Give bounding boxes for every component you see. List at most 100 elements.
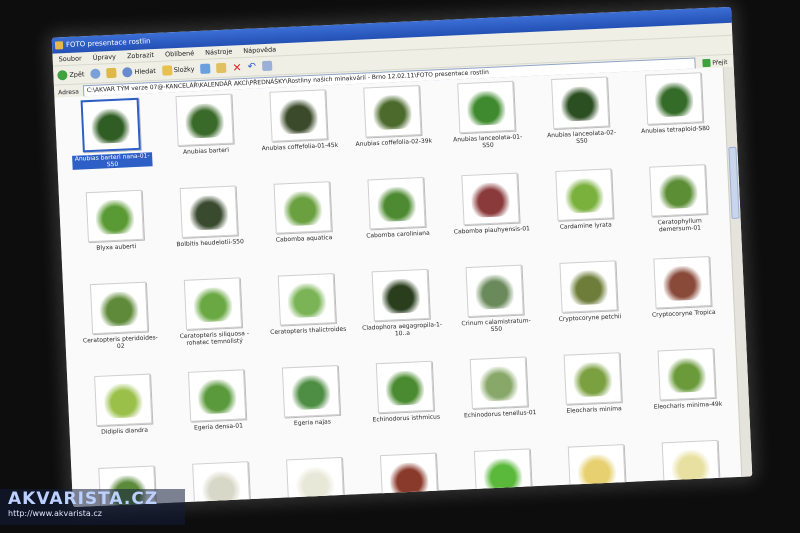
folders-button[interactable]: Složky xyxy=(161,64,195,76)
thumbnail-image[interactable] xyxy=(80,97,141,153)
thumbnail-caption: Cabomba caroliniana xyxy=(366,229,430,240)
plant-photo xyxy=(466,90,507,126)
thumbnail-image[interactable] xyxy=(555,168,614,221)
plant-photo xyxy=(479,365,519,402)
thumbnail-image[interactable] xyxy=(657,347,716,401)
thumbnail-image[interactable] xyxy=(559,260,618,313)
thumbnail-item[interactable]: Echinodorus tenellus-01 xyxy=(451,356,549,446)
thumbnail-image[interactable] xyxy=(175,93,234,147)
views-icon[interactable] xyxy=(261,60,273,72)
menu-oblibene[interactable]: Oblíbené xyxy=(165,49,194,58)
thumbnail-item[interactable] xyxy=(173,460,271,508)
go-button[interactable]: Přejít xyxy=(699,58,734,68)
plant-photo xyxy=(287,282,327,319)
up-folder-icon[interactable] xyxy=(106,67,117,79)
thumbnail-image[interactable] xyxy=(277,273,336,326)
thumbnail-image[interactable] xyxy=(85,189,144,243)
thumbnail-image[interactable] xyxy=(649,164,708,217)
menu-nastroje[interactable]: Nástroje xyxy=(205,47,232,56)
thumbnail-image[interactable] xyxy=(567,444,626,497)
thumbnail-item[interactable]: Egeria najas xyxy=(263,364,361,454)
plant-photo xyxy=(474,273,515,310)
copy-to-icon[interactable] xyxy=(216,62,227,74)
thumbnail-item[interactable]: Anubias lanceolata-01-S50 xyxy=(438,80,536,170)
plant-photo xyxy=(389,462,429,498)
menu-upravy[interactable]: Úpravy xyxy=(93,53,117,62)
thumbnail-image[interactable] xyxy=(661,439,720,493)
thumbnail-image[interactable] xyxy=(94,373,153,427)
menu-napoveda[interactable]: Nápověda xyxy=(243,45,276,54)
thumbnail-image[interactable] xyxy=(367,176,426,230)
thumbnail-item[interactable]: Anubias tetraploid-S80 xyxy=(626,71,724,161)
thumbnail-image[interactable] xyxy=(273,181,332,234)
thumbnail-image[interactable] xyxy=(653,256,712,309)
plant-photo xyxy=(184,102,225,139)
site-watermark: AKVARISTA.CZ http://www.akvarista.cz xyxy=(0,489,185,525)
thumbnail-item[interactable]: Anubias coffefolia-01-45k xyxy=(250,88,348,178)
thumbnail-image[interactable] xyxy=(89,281,149,335)
thumbnail-image[interactable] xyxy=(375,360,435,414)
thumbnail-item[interactable] xyxy=(361,452,459,507)
thumbnail-image[interactable] xyxy=(179,185,238,238)
thumbnail-image[interactable] xyxy=(371,268,430,322)
thumbnail-image[interactable] xyxy=(644,72,704,125)
back-button[interactable]: Zpět xyxy=(57,69,85,81)
thumbnail-image[interactable] xyxy=(469,356,528,409)
thumbnail-item[interactable]: Anubias barteri xyxy=(156,93,254,183)
scrollbar-thumb[interactable] xyxy=(728,146,740,220)
thumbnail-item[interactable]: Crinum calamistratum-S50 xyxy=(447,264,545,354)
thumbnail-image[interactable] xyxy=(281,365,341,418)
thumbnail-image[interactable] xyxy=(551,76,610,130)
thumbnail-image[interactable] xyxy=(192,461,251,508)
thumbnail-image[interactable] xyxy=(457,80,516,134)
search-label: Hledat xyxy=(134,66,156,76)
thumbnail-image[interactable] xyxy=(473,448,533,501)
thumbnail-item[interactable]: Cabomba aquatica xyxy=(255,180,353,270)
thumbnail-image[interactable] xyxy=(563,352,622,405)
thumbnail-item[interactable]: Ceratopteris pteridoides-02 xyxy=(71,281,169,371)
thumbnail-item[interactable]: Cabomba piauhyensis-01 xyxy=(442,172,540,262)
thumbnail-item[interactable] xyxy=(549,443,647,507)
thumbnail-caption: Blyxa auberti xyxy=(96,243,137,252)
thumbnail-item[interactable]: Cryptocoryne petchii xyxy=(540,259,638,349)
delete-icon[interactable]: ✕ xyxy=(232,61,242,74)
thumbnail-item[interactable]: Anubias barteri nana-01-S50 xyxy=(63,97,161,187)
thumbnail-image[interactable] xyxy=(461,172,520,226)
thumbnail-image[interactable] xyxy=(286,456,345,508)
thumbnail-image[interactable] xyxy=(465,264,524,318)
thumbnail-item[interactable]: Echinodorus isthmicus xyxy=(357,360,455,450)
thumbnail-item[interactable]: Blyxa auberti xyxy=(67,189,165,279)
thumbnail-image[interactable] xyxy=(187,369,247,422)
thumbnail-image[interactable] xyxy=(269,89,328,142)
thumbnail-item[interactable]: Egeria densa-01 xyxy=(169,368,267,458)
undo-icon[interactable]: ↶ xyxy=(247,61,256,72)
thumbnail-item[interactable]: Anubias coffefolia-02-39k xyxy=(344,84,442,174)
thumbnail-item[interactable]: Ceratopteris thalictroides xyxy=(259,272,357,362)
plant-photo xyxy=(385,370,425,406)
thumbnail-item[interactable]: Cladophora aegagropila-1-10..a xyxy=(353,268,451,358)
plant-photo xyxy=(95,199,135,235)
thumbnail-image[interactable] xyxy=(183,277,243,330)
thumbnail-item[interactable]: Cardamine lyrata xyxy=(536,168,634,258)
thumbnail-item[interactable]: Bolbitis heudelotii-S50 xyxy=(161,185,259,275)
thumbnail-item[interactable] xyxy=(455,448,553,508)
thumbnail-item[interactable]: Anubias lanceolata-02-S50 xyxy=(532,76,630,166)
thumbnail-item[interactable]: Eleocharis minima-49k xyxy=(639,347,737,437)
menu-zobrazit[interactable]: Zobrazit xyxy=(127,51,154,60)
thumbnail-item[interactable]: Didiplis diandra xyxy=(75,373,173,463)
thumbnail-image[interactable] xyxy=(379,452,439,506)
thumbnail-item[interactable]: Cryptocoryne Tropica xyxy=(634,255,732,345)
thumbnail-item[interactable] xyxy=(267,456,365,508)
thumbnail-item[interactable]: Ceratopteris siliquosa - rohatec temnoli… xyxy=(165,277,263,367)
thumbnail-item[interactable]: Cabomba caroliniana xyxy=(348,176,446,266)
thumbnail-item[interactable]: Ceratophyllum demersum-01 xyxy=(630,163,728,253)
thumbnail-image[interactable] xyxy=(363,85,422,138)
menu-soubor[interactable]: Soubor xyxy=(59,54,82,63)
thumbnail-item[interactable] xyxy=(643,439,741,507)
forward-arrow-icon[interactable] xyxy=(90,68,101,79)
search-button[interactable]: Hledat xyxy=(122,66,156,78)
plant-photo xyxy=(573,361,613,398)
plant-photo xyxy=(282,190,323,227)
move-to-icon[interactable] xyxy=(200,63,211,74)
thumbnail-item[interactable]: Eleocharis minima xyxy=(545,351,643,441)
